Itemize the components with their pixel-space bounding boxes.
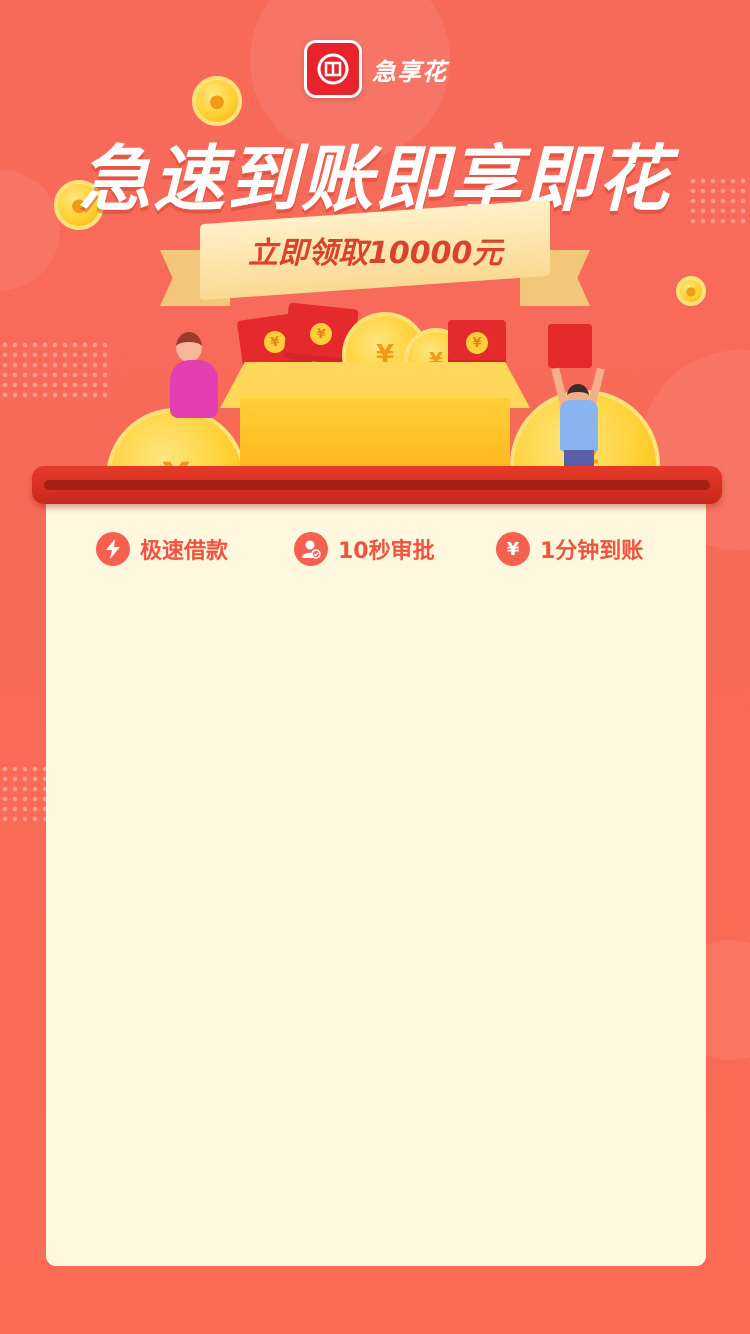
- scroll-roller: [32, 466, 722, 504]
- man-figure: [560, 400, 598, 452]
- brand-name: 急享花: [372, 57, 447, 86]
- feature-label: 极速借款: [140, 539, 229, 564]
- user-check-icon: [294, 532, 328, 566]
- hero-headline: 急速到账即享即花: [78, 137, 671, 221]
- red-envelope-icon: ¥: [448, 320, 506, 366]
- coin-icon: ●: [676, 276, 706, 306]
- landing-page: ● ● ● 急享花 急速到账即享即花 立即领取10000元 ¥ ¥ ¥ ¥ ¥ …: [0, 0, 750, 1334]
- brand-header: 急享花: [304, 40, 447, 98]
- lightning-icon: [96, 532, 130, 566]
- scroll-roller-slot: [44, 480, 710, 490]
- feature-fast-loan: 极速借款: [96, 532, 228, 566]
- woman-figure-head: [176, 332, 202, 362]
- dot-pattern: [0, 764, 46, 824]
- promo-ribbon: 立即领取10000元: [160, 199, 590, 312]
- woman-figure: [170, 360, 218, 418]
- yen-icon: ¥: [496, 532, 530, 566]
- dot-pattern: [0, 340, 110, 400]
- coin-icon: ●: [192, 76, 242, 126]
- gift-box: [240, 398, 510, 470]
- coin-seal-icon: [304, 40, 362, 98]
- ribbon-banner: 立即领取10000元: [200, 199, 550, 301]
- content-panel: 极速借款 10秒审批 ¥ 1分钟到账: [46, 486, 706, 1266]
- feature-label: 1分钟到账: [540, 539, 644, 564]
- red-envelope-icon: [548, 324, 592, 368]
- ribbon-text: 立即领取10000元: [247, 236, 503, 271]
- feature-label: 10秒审批: [338, 539, 435, 564]
- feature-approval: 10秒审批: [294, 532, 435, 566]
- feature-transfer: ¥ 1分钟到账: [496, 532, 643, 566]
